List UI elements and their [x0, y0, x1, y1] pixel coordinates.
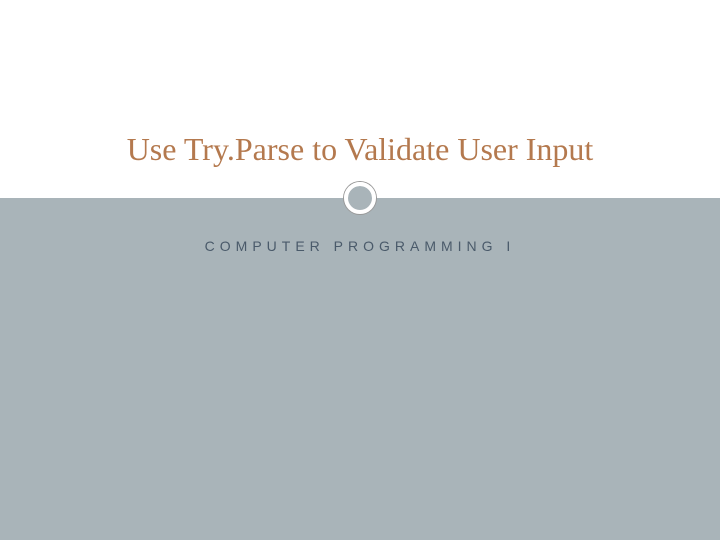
slide-title: Use Try.Parse to Validate User Input	[0, 131, 720, 168]
bottom-section: COMPUTER PROGRAMMING I	[0, 198, 720, 540]
top-section: Use Try.Parse to Validate User Input	[0, 0, 720, 198]
slide-container: Use Try.Parse to Validate User Input COM…	[0, 0, 720, 540]
circle-accent	[344, 182, 376, 214]
slide-subtitle: COMPUTER PROGRAMMING I	[0, 238, 720, 254]
